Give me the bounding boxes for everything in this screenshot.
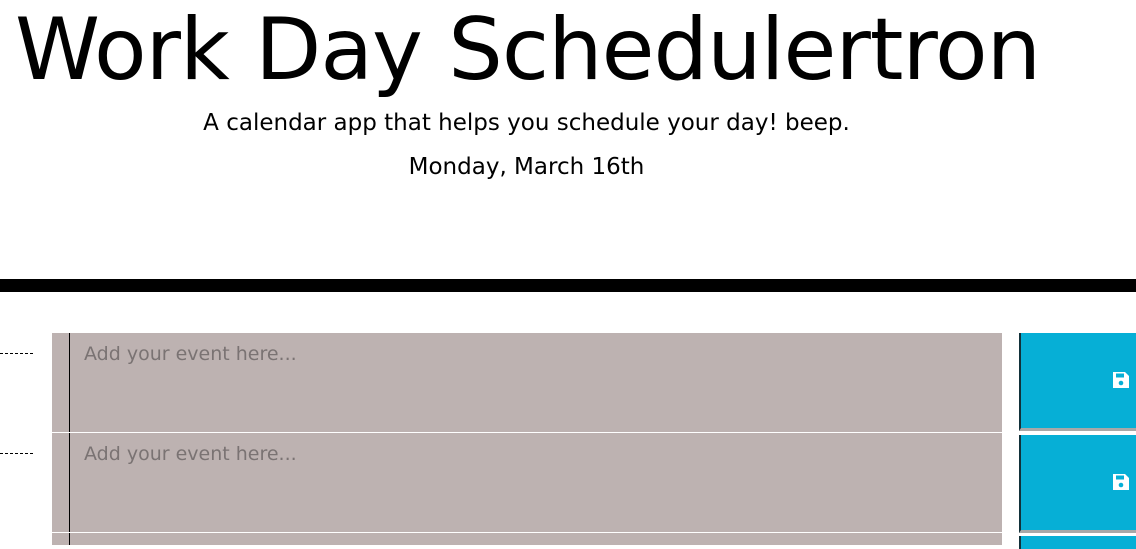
time-block <box>0 433 1136 533</box>
floppy-disk-icon <box>1113 474 1129 490</box>
hour-marker <box>0 353 33 354</box>
page-tagline: A calendar app that helps you schedule y… <box>203 110 850 136</box>
event-area <box>52 533 1002 546</box>
event-area <box>52 433 1002 533</box>
event-input[interactable] <box>84 343 984 423</box>
save-button[interactable] <box>1019 435 1136 533</box>
hour-marker <box>0 453 33 454</box>
save-button[interactable] <box>1019 333 1136 431</box>
save-button[interactable] <box>1019 536 1136 549</box>
floppy-disk-icon <box>1113 372 1129 388</box>
event-area-rule <box>69 433 70 532</box>
time-block <box>0 333 1136 433</box>
current-day: Monday, March 16th <box>408 154 645 180</box>
time-block <box>0 533 1136 549</box>
page-header: Work Day Schedulertron A calendar app th… <box>0 0 1136 278</box>
event-area <box>52 333 1002 433</box>
page-title: Work Day Schedulertron <box>15 0 1041 100</box>
header-divider <box>0 279 1136 292</box>
event-area-rule <box>69 333 70 432</box>
event-input[interactable] <box>84 443 984 523</box>
event-area-rule <box>69 533 70 545</box>
